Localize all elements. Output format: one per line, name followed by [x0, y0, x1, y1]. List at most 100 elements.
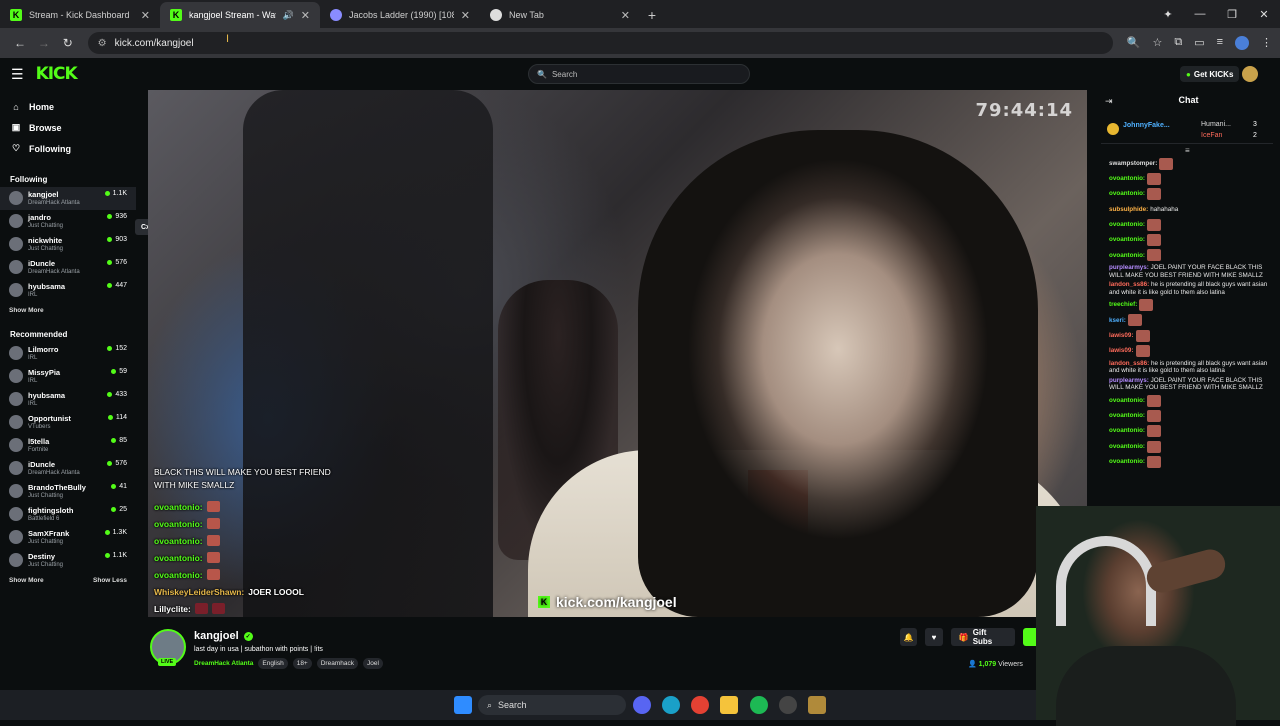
- chat-username[interactable]: ovoantonio:: [1109, 397, 1145, 405]
- chat-message: ovoantonio:: [1109, 454, 1273, 469]
- channel-item[interactable]: hyubsama IRL 433: [0, 388, 136, 411]
- overlay-chat-line: ovoantonio:: [154, 515, 374, 532]
- channel-item[interactable]: MissyPia IRL 59: [0, 365, 136, 388]
- get-kicks-button[interactable]: ● Get KICKs: [1180, 66, 1240, 82]
- site-info-icon[interactable]: ⚙: [98, 38, 107, 49]
- file-explorer-icon[interactable]: [720, 696, 738, 714]
- chat-username[interactable]: subsulphide:: [1109, 206, 1148, 214]
- close-window-icon[interactable]: ✕: [1248, 8, 1280, 21]
- show-more-button[interactable]: Show More: [9, 307, 44, 314]
- channel-item-kangjoel[interactable]: kangjoel DreamHack Atlanta 1.1K: [0, 187, 136, 210]
- gifter-name[interactable]: Humani...: [1201, 121, 1231, 128]
- tag[interactable]: 18+: [292, 658, 312, 669]
- reload-icon[interactable]: ↻: [56, 36, 80, 50]
- close-tab-icon[interactable]: ✕: [141, 9, 150, 22]
- forward-icon[interactable]: →: [32, 36, 56, 50]
- chat-username[interactable]: ovoantonio:: [1109, 412, 1145, 420]
- bookmark-star-icon[interactable]: ☆: [1152, 36, 1162, 50]
- tag[interactable]: Joel: [362, 658, 383, 669]
- channel-item[interactable]: l5tella Fortnite 85: [0, 434, 136, 457]
- tag[interactable]: English: [258, 658, 288, 669]
- streamer-name[interactable]: kangjoel: [194, 630, 239, 642]
- search-input[interactable]: 🔍 Search: [528, 64, 750, 84]
- filter-icon[interactable]: ≡: [1185, 146, 1190, 155]
- chat-username[interactable]: kseri:: [1109, 317, 1126, 325]
- channel-item[interactable]: iDuncle DreamHack Atlanta 576: [0, 256, 136, 279]
- heart-icon[interactable]: ♥: [925, 628, 943, 646]
- edge-icon[interactable]: [662, 696, 680, 714]
- channel-item[interactable]: iDuncle DreamHack Atlanta 576: [0, 457, 136, 480]
- channel-item[interactable]: Destiny Just Chatting 1.1K: [0, 549, 136, 572]
- profile-avatar[interactable]: [1235, 36, 1250, 50]
- app-icon[interactable]: [808, 696, 826, 714]
- gifter-name[interactable]: IceFan: [1201, 132, 1222, 139]
- channel-item[interactable]: fightingsloth Battlefield 6 25: [0, 503, 136, 526]
- gift-subs-button[interactable]: 🎁 Gift Subs: [950, 628, 1015, 646]
- chat-username[interactable]: ovoantonio:: [1109, 458, 1145, 466]
- ai-sparkle-icon[interactable]: ✦: [1152, 8, 1184, 21]
- channel-item[interactable]: SamXFrank Just Chatting 1.3K: [0, 526, 136, 549]
- window-controls: ✦ — ❐ ✕: [1152, 0, 1280, 28]
- sidebar-item-following[interactable]: ♡ Following: [0, 138, 136, 159]
- back-icon[interactable]: ←: [8, 36, 32, 50]
- tag[interactable]: Dreamhack: [316, 658, 358, 669]
- close-tab-icon[interactable]: ✕: [621, 9, 630, 22]
- channel-item[interactable]: nickwhite Just Chatting 903: [0, 233, 136, 256]
- browser-tab-active[interactable]: K kangjoel Stream - Watch Li 🔊 ✕: [160, 2, 320, 28]
- chat-username[interactable]: purplearmys:: [1109, 264, 1149, 271]
- speaker-icon[interactable]: 🔊: [283, 10, 294, 21]
- chat-username[interactable]: ovoantonio:: [1109, 221, 1145, 229]
- media-controls-icon[interactable]: ≡: [1217, 36, 1223, 50]
- new-tab-button[interactable]: +: [640, 2, 664, 28]
- chat-username[interactable]: landon_ss86:: [1109, 360, 1149, 367]
- channel-item[interactable]: hyubsama IRL 447: [0, 279, 136, 302]
- maximize-icon[interactable]: ❐: [1216, 8, 1248, 21]
- minimize-icon[interactable]: —: [1184, 8, 1216, 20]
- chat-username[interactable]: ovoantonio:: [1109, 175, 1145, 183]
- browser-tab[interactable]: K Stream - Kick Dashboard ✕: [0, 2, 160, 28]
- user-avatar[interactable]: [1242, 66, 1258, 82]
- menu-icon[interactable]: ⋮: [1261, 36, 1272, 50]
- chat-username[interactable]: ovoantonio:: [1109, 443, 1145, 451]
- chat-username[interactable]: ovoantonio:: [1109, 427, 1145, 435]
- browser-tab[interactable]: New Tab ✕: [480, 2, 640, 28]
- chat-username[interactable]: swampstomper:: [1109, 160, 1157, 168]
- channel-item[interactable]: jandro Just Chatting 936: [0, 210, 136, 233]
- follow-button[interactable]: [1022, 628, 1036, 646]
- chat-username[interactable]: lawis09:: [1109, 332, 1134, 340]
- obs-icon[interactable]: [779, 696, 797, 714]
- spotify-icon[interactable]: [750, 696, 768, 714]
- discord-icon[interactable]: [633, 696, 651, 714]
- channel-item[interactable]: Opportunist VTubers 114: [0, 411, 136, 434]
- close-tab-icon[interactable]: ✕: [301, 9, 310, 22]
- chat-username[interactable]: ovoantonio:: [1109, 236, 1145, 244]
- viewer-count: 59: [111, 368, 127, 375]
- stream-category[interactable]: DreamHack Atlanta: [194, 660, 253, 667]
- chat-username[interactable]: ovoantonio:: [1109, 190, 1145, 198]
- zoom-icon[interactable]: 🔍: [1127, 36, 1141, 50]
- chat-username[interactable]: lawis09:: [1109, 347, 1134, 355]
- chat-username[interactable]: landon_ss86:: [1109, 281, 1149, 288]
- windows-start-icon[interactable]: [454, 696, 472, 714]
- url-field[interactable]: ⚙ kick.com/kangjoel: [87, 32, 1113, 54]
- sidebar-item-browse[interactable]: ▣ Browse: [0, 117, 136, 138]
- hamburger-icon[interactable]: ☰: [11, 66, 24, 83]
- channel-item[interactable]: Lilmorro IRL 152: [0, 342, 136, 365]
- taskbar-search[interactable]: ⌕ Search: [478, 695, 626, 715]
- sidebar-item-home[interactable]: ⌂ Home: [0, 96, 136, 117]
- browser-tab[interactable]: Jacobs Ladder (1990) [1080p] [ ✕: [320, 2, 480, 28]
- show-more-button[interactable]: Show More: [9, 577, 44, 584]
- chat-username[interactable]: treechief:: [1109, 301, 1137, 309]
- video-player[interactable]: 79:44:14 BLACK THIS WILL MAKE YOU BEST F…: [148, 90, 1087, 617]
- chat-username[interactable]: ovoantonio:: [1109, 252, 1145, 260]
- close-tab-icon[interactable]: ✕: [461, 9, 470, 22]
- show-less-button[interactable]: Show Less: [93, 577, 127, 584]
- chrome-icon[interactable]: [691, 696, 709, 714]
- top-gifter-name[interactable]: JohnnyFake...: [1123, 122, 1170, 129]
- bell-icon[interactable]: 🔔: [900, 628, 918, 646]
- kick-logo[interactable]: KICK: [36, 64, 78, 84]
- chat-username[interactable]: purplearmys:: [1109, 377, 1149, 384]
- cast-icon[interactable]: ▭: [1194, 36, 1204, 50]
- channel-item[interactable]: BrandoTheBully Just Chatting 41: [0, 480, 136, 503]
- extensions-icon[interactable]: ⧉: [1174, 36, 1182, 50]
